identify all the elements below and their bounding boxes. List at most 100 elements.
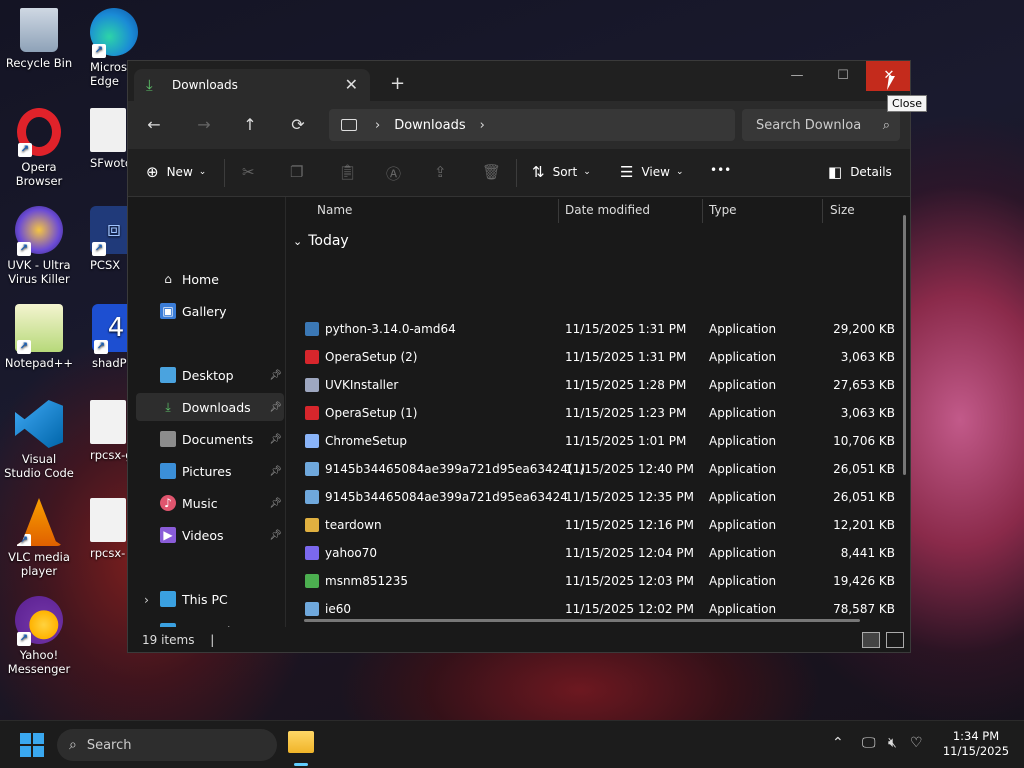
pin-icon[interactable]: 📌︎: [269, 434, 282, 445]
column-divider[interactable]: [702, 199, 703, 223]
sidebar-item-videos[interactable]: ▶ Videos 📌︎: [136, 521, 284, 549]
documents-icon: [160, 431, 176, 447]
navigation-pane: ⌂ Home ▣ Gallery Desktop 📌︎ ⤓ Downloads 📌︎ Do…: [128, 197, 286, 639]
sidebar-item-this-pc[interactable]: › This PC: [136, 585, 284, 613]
cut-icon[interactable]: ✂: [242, 163, 255, 181]
battery-status-icon[interactable]: ♡: [910, 735, 923, 751]
desktop-icon-label: Visual Studio Code: [4, 452, 74, 480]
pin-icon[interactable]: 📌︎: [269, 370, 282, 381]
column-header-size[interactable]: Size: [830, 197, 855, 225]
column-divider[interactable]: [822, 199, 823, 223]
share-icon[interactable]: ⇪: [434, 163, 447, 181]
table-row[interactable]: ChromeSetup 11/15/2025 1:01 PM Application…: [303, 427, 903, 455]
column-header-type[interactable]: Type: [709, 197, 737, 225]
start-button[interactable]: [20, 733, 44, 757]
sidebar-item-downloads[interactable]: ⤓ Downloads 📌︎: [136, 393, 284, 421]
table-row[interactable]: yahoo70 11/15/2025 12:04 PM Application 8,4…: [303, 539, 903, 567]
chevron-right-icon[interactable]: ›: [144, 592, 160, 607]
chevron-right-icon: ›: [375, 117, 381, 133]
group-header-today[interactable]: ⌄ Today: [293, 233, 349, 249]
refresh-button[interactable]: ⟳: [286, 113, 310, 137]
paste-icon[interactable]: 📋︎: [338, 163, 357, 181]
details-view-icon[interactable]: [862, 632, 880, 648]
table-row[interactable]: OperaSetup (2) 11/15/2025 1:31 PM Applicat…: [303, 343, 903, 371]
sidebar-item-label: Videos: [182, 527, 224, 543]
more-options-button[interactable]: •••: [710, 163, 731, 177]
application-icon: [305, 546, 319, 560]
column-header-name[interactable]: Name: [317, 197, 352, 225]
taskbar-search[interactable]: ⌕ Search: [57, 729, 277, 761]
new-tab-button[interactable]: +: [390, 73, 405, 94]
pin-icon[interactable]: 📌︎: [269, 530, 282, 541]
sidebar-item-label: Pictures: [182, 463, 232, 479]
table-row[interactable]: teardown 11/15/2025 12:16 PM Application 12…: [303, 511, 903, 539]
sort-icon: ⇅: [532, 163, 545, 181]
desktop-icon-opera[interactable]: ↗ Opera Browser: [0, 108, 78, 188]
address-bar[interactable]: › Downloads ›: [329, 109, 735, 141]
sort-button[interactable]: ⇅ Sort ⌄: [532, 163, 591, 181]
sidebar-item-music[interactable]: ♪ Music 📌︎: [136, 489, 284, 517]
details-button[interactable]: ◧ Details: [828, 163, 892, 181]
breadcrumb-downloads[interactable]: Downloads: [394, 118, 465, 133]
taskbar-search-input[interactable]: Search: [87, 738, 132, 753]
search-input[interactable]: Search Downloa: [756, 118, 861, 133]
details-pane-icon: ◧: [828, 163, 843, 181]
vertical-scrollbar[interactable]: [903, 215, 906, 475]
file-explorer-taskbar-button[interactable]: [288, 731, 314, 753]
pin-icon[interactable]: 📌︎: [269, 402, 282, 413]
volume-muted-icon[interactable]: 🔇︎: [888, 735, 897, 751]
table-row[interactable]: 9145b34465084ae399a721d95ea63424(1) 11/15…: [303, 455, 903, 483]
tab-downloads[interactable]: ⤓ Downloads ✕: [134, 69, 370, 101]
file-name: 9145b34465084ae399a721d95ea63424(1): [325, 462, 585, 476]
table-row[interactable]: UVKInstaller 11/15/2025 1:28 PM Applicatio…: [303, 371, 903, 399]
up-button[interactable]: ↑: [238, 113, 262, 137]
new-button[interactable]: ⊕ New ⌄: [146, 163, 206, 181]
file-size: 26,051 KB: [833, 462, 895, 476]
file-name: ChromeSetup: [325, 434, 407, 448]
desktop-icon-label: Notepad++: [4, 356, 74, 370]
download-arrow-icon: ⤓: [146, 76, 153, 94]
maximize-button[interactable]: ☐: [820, 61, 866, 91]
rename-icon[interactable]: Ⓐ: [386, 163, 401, 184]
sidebar-item-documents[interactable]: Documents 📌︎: [136, 425, 284, 453]
file-type: Application: [709, 462, 777, 476]
file-type: Application: [709, 406, 777, 420]
pin-icon[interactable]: 📌︎: [269, 498, 282, 509]
view-button[interactable]: ☰ View ⌄: [620, 163, 683, 181]
minimize-button[interactable]: —: [774, 61, 820, 91]
horizontal-scrollbar[interactable]: [304, 619, 860, 622]
sidebar-item-label: Downloads: [182, 399, 251, 415]
tiles-view-icon[interactable]: [886, 632, 904, 648]
column-header-date[interactable]: Date modified: [565, 197, 650, 225]
desktop-icon-uvk[interactable]: ↗ UVK - Ultra Virus Killer: [0, 206, 78, 286]
sidebar-item-gallery[interactable]: ▣ Gallery: [136, 297, 284, 325]
sidebar-item-label: Documents: [182, 431, 254, 447]
table-row[interactable]: msnm851235 11/15/2025 12:03 PM Application…: [303, 567, 903, 595]
pin-icon[interactable]: 📌︎: [269, 466, 282, 477]
network-status-icon[interactable]: 🖵︎: [862, 735, 876, 751]
table-row[interactable]: OperaSetup (1) 11/15/2025 1:23 PM Applicat…: [303, 399, 903, 427]
desktop-icon-yahoo-messenger[interactable]: ↗ Yahoo! Messenger: [0, 596, 78, 676]
copy-icon[interactable]: ❐: [290, 163, 303, 181]
opera-icon: ↗: [17, 108, 61, 157]
table-row[interactable]: 9145b34465084ae399a721d95ea63424 11/15/20…: [303, 483, 903, 511]
delete-icon[interactable]: 🗑︎: [482, 163, 501, 181]
column-divider[interactable]: [558, 199, 559, 223]
search-box[interactable]: Search Downloa ⌕: [742, 109, 900, 141]
chevron-right-icon[interactable]: ›: [480, 118, 485, 133]
close-tab-icon[interactable]: ✕: [345, 75, 358, 94]
clock[interactable]: 1:34 PM 11/15/2025: [936, 729, 1016, 759]
show-hidden-icons-icon[interactable]: ⌃: [832, 735, 844, 751]
desktop-icon-vlc[interactable]: ↗ VLC media player: [0, 498, 78, 578]
file-name: UVKInstaller: [325, 378, 399, 392]
sidebar-item-desktop[interactable]: Desktop 📌︎: [136, 361, 284, 389]
forward-button[interactable]: →: [192, 113, 216, 137]
file-list: Name Date modified Type Size ⌄ Today pyth…: [287, 197, 910, 644]
desktop-icon-vscode[interactable]: Visual Studio Code: [0, 400, 78, 480]
table-row[interactable]: python-3.14.0-amd64 11/15/2025 1:31 PM App…: [303, 315, 903, 343]
desktop-icon-recycle-bin[interactable]: Recycle Bin: [0, 8, 78, 70]
sidebar-item-pictures[interactable]: Pictures 📌︎: [136, 457, 284, 485]
sidebar-item-home[interactable]: ⌂ Home: [136, 265, 284, 293]
back-button[interactable]: ←: [142, 113, 166, 137]
desktop-icon-notepadpp[interactable]: ↗ Notepad++: [0, 304, 78, 370]
